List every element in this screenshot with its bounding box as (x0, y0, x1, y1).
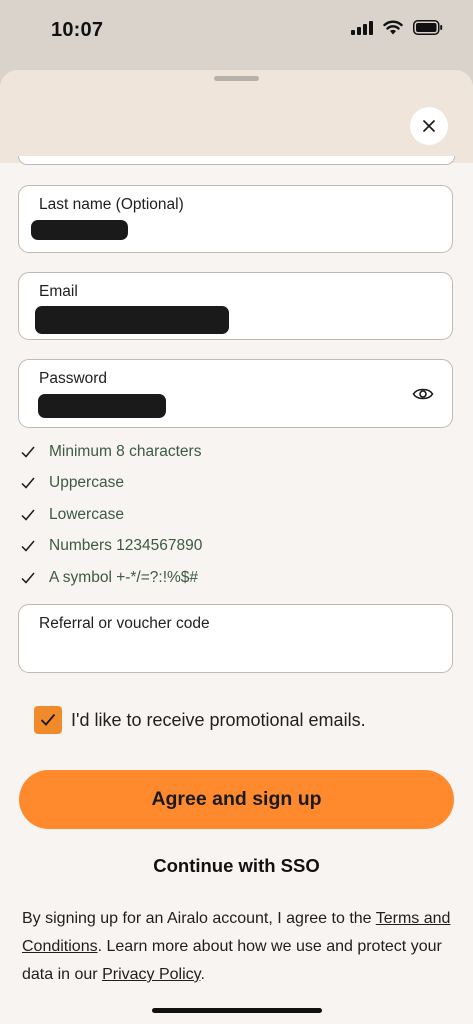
sheet-header (0, 70, 473, 163)
status-time: 10:07 (51, 19, 104, 41)
legal-text: By signing up for an Airalo account, I a… (22, 905, 454, 989)
check-icon (21, 572, 35, 584)
requirement-item: Lowercase (20, 499, 450, 531)
password-requirements: Minimum 8 characters Uppercase Lowercase… (20, 436, 450, 594)
email-field[interactable]: Email (18, 272, 453, 340)
referral-code-label: Referral or voucher code (39, 615, 210, 632)
signup-sheet: Last name (Optional) Email Password Mini… (0, 70, 473, 1024)
password-field[interactable]: Password (18, 359, 453, 428)
requirement-text: A symbol +-*/=?:!%$# (49, 568, 199, 586)
continue-with-sso-button[interactable]: Continue with SSO (90, 851, 383, 881)
home-indicator (152, 1008, 322, 1013)
last-name-label: Last name (Optional) (39, 196, 184, 213)
requirement-item: Minimum 8 characters (20, 436, 450, 468)
privacy-policy-link[interactable]: Privacy Policy (102, 966, 200, 983)
last-name-redacted-value (31, 220, 128, 240)
legal-text-part: . (200, 966, 205, 983)
check-icon (21, 509, 35, 521)
requirement-text: Lowercase (49, 505, 124, 523)
requirement-text: Numbers 1234567890 (49, 537, 203, 555)
email-label: Email (39, 283, 78, 300)
agree-and-sign-up-button[interactable]: Agree and sign up (19, 770, 454, 829)
close-icon (423, 120, 435, 132)
wifi-icon (383, 20, 403, 35)
status-icons (351, 20, 443, 35)
password-redacted-value (38, 394, 166, 418)
requirement-item: Uppercase (20, 468, 450, 500)
requirement-text: Minimum 8 characters (49, 442, 202, 460)
drag-handle[interactable] (214, 76, 259, 81)
first-name-field-edge[interactable] (18, 156, 455, 165)
requirement-item: A symbol +-*/=?:!%$# (20, 562, 450, 594)
referral-code-field[interactable]: Referral or voucher code (18, 604, 453, 673)
legal-text-part: By signing up for an Airalo account, I a… (22, 910, 376, 927)
check-icon (21, 446, 35, 458)
email-redacted-value (35, 306, 229, 334)
last-name-field[interactable]: Last name (Optional) (18, 185, 453, 253)
eye-icon[interactable] (412, 386, 434, 402)
battery-icon (413, 20, 443, 35)
promo-emails-checkbox[interactable] (34, 706, 62, 734)
close-button[interactable] (410, 107, 448, 145)
promo-emails-row[interactable]: I'd like to receive promotional emails. (34, 706, 366, 734)
checkmark-icon (40, 713, 56, 726)
requirement-item: Numbers 1234567890 (20, 531, 450, 563)
cellular-signal-icon (351, 20, 373, 35)
password-label: Password (39, 370, 108, 387)
requirement-text: Uppercase (49, 474, 124, 492)
check-icon (21, 540, 35, 552)
status-bar: 10:07 (0, 0, 473, 62)
check-icon (21, 477, 35, 489)
promo-emails-label: I'd like to receive promotional emails. (71, 709, 366, 730)
